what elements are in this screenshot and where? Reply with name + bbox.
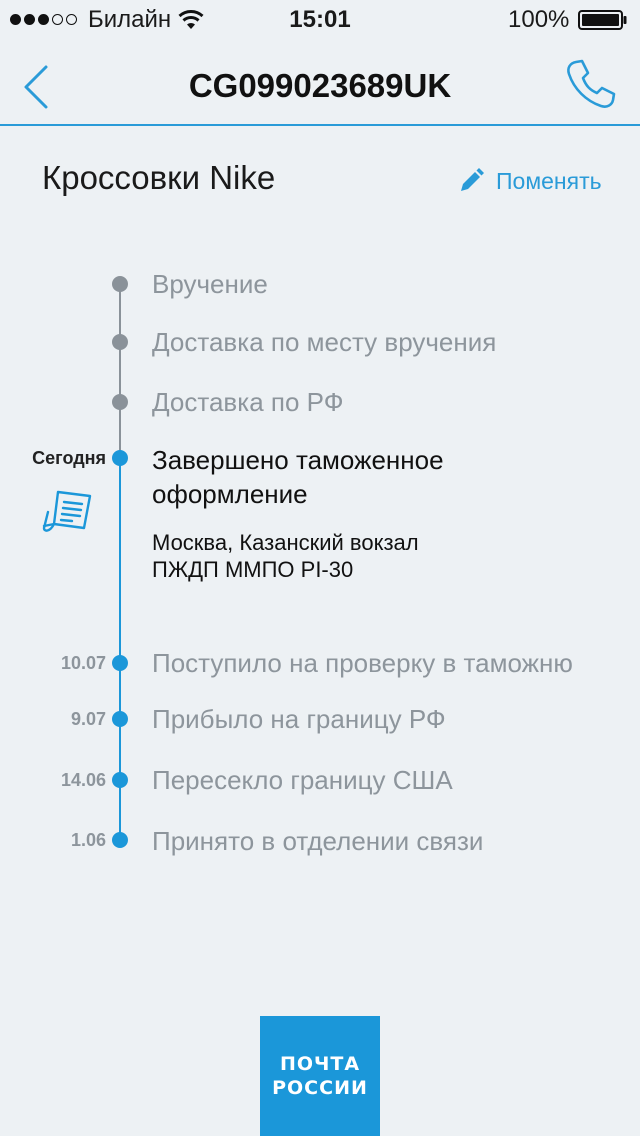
logo-line: РОССИИ [272, 1077, 368, 1099]
timeline-dot-completed [112, 711, 128, 727]
phone-icon[interactable] [562, 56, 618, 112]
battery-percent: 100% [508, 6, 570, 33]
timeline-dot-completed [112, 772, 128, 788]
logo-line: ПОЧТА [279, 1053, 361, 1075]
timeline-line-pending [119, 284, 121, 458]
timeline-dot-completed [112, 655, 128, 671]
timeline-event: Принято в отделении связи [152, 826, 484, 856]
timeline-date: 1.06 [70, 830, 106, 850]
edit-name-label: Поменять [496, 167, 602, 194]
event-address-line: ПЖДП ММПО PI-30 [152, 557, 354, 582]
timeline-event: Пересекло границу США [152, 765, 453, 795]
status-bar: Билайн 15:01 100% [0, 0, 640, 40]
parcel-name: Кроссовки Nike [42, 159, 276, 196]
timeline-dot-completed [112, 832, 128, 848]
timeline-date: 9.07 [70, 709, 106, 729]
edit-name-button[interactable]: Поменять [458, 164, 602, 198]
timeline-date: 14.06 [60, 770, 106, 790]
timeline-dot-current [112, 450, 128, 466]
timeline-date: 10.07 [60, 653, 106, 673]
timeline-event: Поступило на проверку в таможню [152, 648, 573, 678]
timeline-event-pending: Вручение [152, 269, 268, 299]
timeline-dot-pending [112, 276, 128, 292]
timeline-event-pending: Доставка по месту вручения [152, 327, 497, 357]
tracking-number-title: CG099023689UK [188, 67, 452, 104]
battery-icon [578, 10, 627, 30]
timeline-date-today: Сегодня [32, 448, 106, 468]
timeline-dot-pending [112, 334, 128, 350]
customs-document-icon [42, 490, 92, 532]
event-address-line: Москва, Казанский вокзал [152, 530, 419, 555]
timeline-event-current: Завершено таможенное оформление [152, 445, 444, 509]
timeline-event-pending: Доставка по РФ [152, 387, 344, 417]
timeline-event: Прибыло на границу РФ [152, 704, 446, 734]
timeline-dot-pending [112, 394, 128, 410]
pencil-icon [461, 168, 484, 191]
pochta-rossii-logo: ПОЧТА РОССИИ [260, 1016, 380, 1136]
